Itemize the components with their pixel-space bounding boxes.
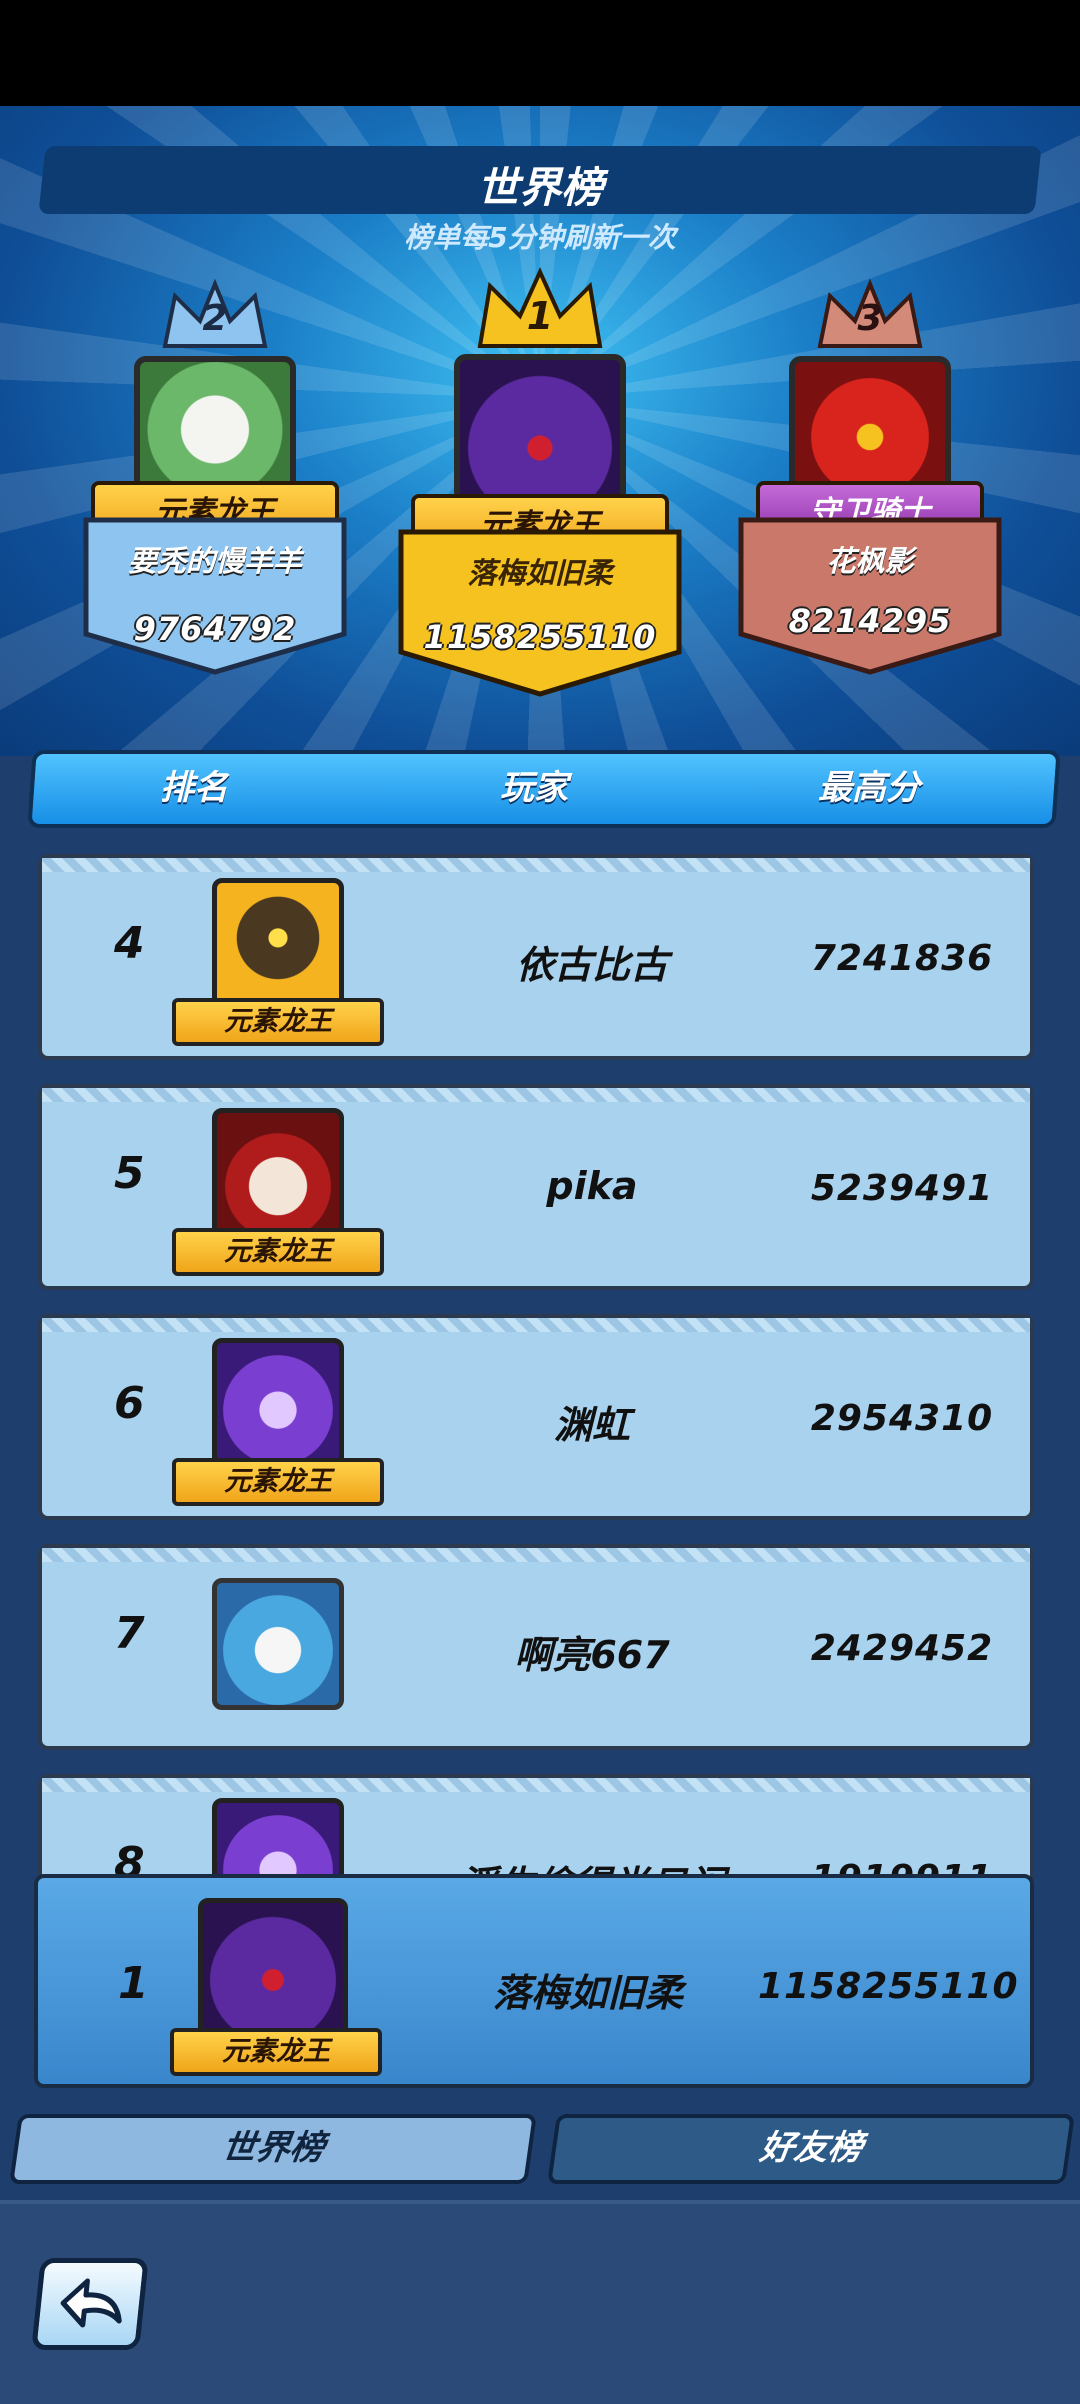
podium-rank-number: 1: [526, 294, 554, 338]
list-item[interactable]: 4 元素龙王 依古比古 7241836: [38, 854, 1034, 1060]
row-score: 2429452: [810, 1628, 994, 1669]
gold-crown-icon: 1: [470, 266, 610, 356]
column-score: 最高分: [818, 768, 920, 808]
avatar: [212, 878, 344, 1010]
leaderboard-list[interactable]: 4 元素龙王 依古比古 7241836 5 元素龙王 pika 5239491 …: [0, 846, 1080, 1880]
back-arrow-icon: [60, 2278, 122, 2328]
list-item[interactable]: 7 啊亮667 2429452: [38, 1544, 1034, 1750]
row-player-name: 依古比古: [515, 943, 668, 987]
podium-player-name: 落梅如旧柔: [467, 556, 613, 590]
podium-score: 1158255110: [423, 618, 657, 656]
podium-rank-1[interactable]: 1 元素龙王 落梅如旧柔 1158255110: [395, 266, 685, 756]
player-title-badge: 元素龙王: [172, 998, 384, 1046]
status-bar: [0, 0, 1080, 106]
tab-friends[interactable]: 好友榜: [547, 2114, 1075, 2184]
row-rank: 5: [114, 1148, 145, 1199]
player-title-badge: 元素龙王: [172, 1458, 384, 1506]
player-title-badge: 元素龙王: [170, 2028, 382, 2076]
podium-rank-number: 3: [857, 298, 883, 339]
row-rank: 4: [114, 918, 145, 969]
column-player: 玩家: [500, 768, 568, 808]
silver-crown-icon: 2: [155, 276, 275, 356]
row-player-name: 啊亮667: [514, 1633, 670, 1677]
bottom-bar: [0, 2200, 1080, 2404]
row-rank: 6: [114, 1378, 145, 1429]
podium-scene: 世界榜 榜单每5分钟刷新一次 2 元素龙王 要秃的慢羊羊 9764792 1 元…: [0, 106, 1080, 756]
row-rank: 7: [114, 1608, 145, 1659]
avatar: [212, 1798, 344, 1880]
avatar: [212, 1108, 344, 1240]
player-title-badge: 元素龙王: [172, 1228, 384, 1276]
row-rank: 1: [118, 1958, 149, 2009]
my-rank-row[interactable]: 1 元素龙王 落梅如旧柔 1158255110: [34, 1874, 1034, 2088]
list-item[interactable]: 5 元素龙王 pika 5239491: [38, 1084, 1034, 1290]
avatar: [212, 1578, 344, 1710]
podium-rank-2[interactable]: 2 元素龙王 要秃的慢羊羊 9764792: [80, 276, 350, 746]
column-rank: 排名: [160, 768, 228, 808]
list-item[interactable]: 6 元素龙王 渊虹 2954310: [38, 1314, 1034, 1520]
row-player-name: 落梅如旧柔: [492, 1971, 683, 2015]
row-score: 1158255110: [758, 1966, 1019, 2007]
avatar: [212, 1338, 344, 1470]
podium-player-name: 要秃的慢羊羊: [127, 544, 302, 578]
row-player-name: pika: [546, 1164, 638, 1208]
avatar: [198, 1898, 348, 2048]
list-item[interactable]: 8 浮生偷得半日闲 1919911: [38, 1774, 1034, 1880]
podium-rank-number: 2: [202, 298, 228, 339]
bronze-crown-icon: 3: [810, 276, 930, 356]
podium-player-name: 花枫影: [826, 544, 914, 578]
row-score: 7241836: [810, 938, 994, 979]
podium-rank-3[interactable]: 3 守卫骑士 花枫影 8214295: [735, 276, 1005, 746]
podium-score: 9764792: [133, 610, 297, 648]
row-player-name: 渊虹: [553, 1403, 630, 1447]
refresh-note: 榜单每5分钟刷新一次: [404, 221, 676, 254]
tab-world[interactable]: 世界榜: [9, 2114, 537, 2184]
back-button[interactable]: [31, 2258, 149, 2350]
page-title: 世界榜: [476, 163, 603, 212]
podium-score: 8214295: [788, 602, 952, 640]
row-score: 2954310: [810, 1398, 994, 1439]
row-score: 5239491: [810, 1168, 994, 1209]
